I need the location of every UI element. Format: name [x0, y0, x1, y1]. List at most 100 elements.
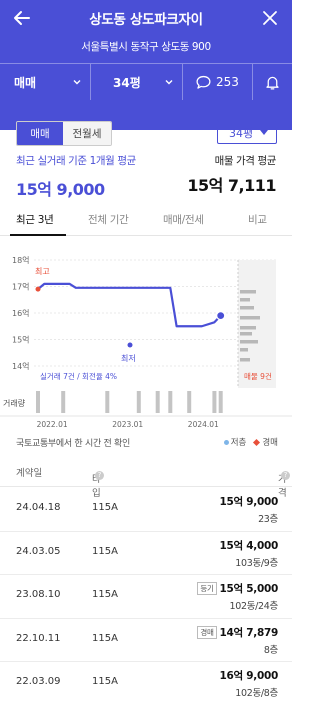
speech-bubble-icon: [196, 75, 211, 89]
listing-bar: [240, 290, 256, 294]
volume-bar: [212, 391, 217, 413]
active-tab-indicator: [10, 234, 66, 236]
apartment-address: 서울특별시 동작구 상도동 900: [81, 41, 211, 53]
row-date: 23.08.10: [16, 589, 61, 600]
chevron-down-icon: [73, 80, 81, 85]
row-floor: 103동/9층: [235, 557, 278, 569]
transaction-row[interactable]: 22.03.09 115A 16억 9,000 102동/8층: [0, 662, 292, 704]
comments-button[interactable]: 253: [182, 64, 252, 100]
chart-legend: 저층 경매: [223, 436, 278, 448]
toggle-rent[interactable]: 전월세: [63, 122, 111, 145]
source-note: 국토교통부에서 한 시간 전 확인: [16, 439, 130, 449]
row-date: 24.04.18: [16, 502, 61, 513]
row-floor: 8층: [263, 644, 278, 656]
notification-button[interactable]: [252, 64, 292, 100]
row-date: 24.03.05: [16, 545, 61, 557]
row-date: 22.10.11: [16, 632, 61, 644]
volume-bar: [155, 391, 160, 413]
volume-label: 거래량: [3, 398, 26, 408]
close-icon[interactable]: [258, 6, 282, 30]
transaction-row[interactable]: 22.10.11 115A 경매 14억 7,879 8층: [0, 619, 292, 662]
legend-dot-icon: [223, 440, 229, 445]
row-price: 15억 9,000: [219, 496, 279, 508]
x-tick-label: 2024.01: [188, 420, 219, 429]
high-label: 최고: [35, 266, 50, 276]
row-price: 15억 4,000: [219, 539, 279, 552]
period-tabs: 최근 3년 전체 기간 매매/전세 비교: [0, 206, 292, 236]
transaction-list: 24.04.18 115A 15억 9,000 23층 24.03.05 115A 15억 …: [0, 488, 292, 704]
row-floor: 23층: [258, 514, 278, 525]
help-icon[interactable]: ?: [95, 471, 104, 480]
listing-zone: [238, 260, 276, 388]
row-price: 16억 9,000: [219, 670, 279, 682]
row-type: 115A: [92, 545, 118, 557]
trade-stats: 실거래 7건 / 회전율 4%: [40, 371, 117, 381]
trade-toggle: 매매 전월세: [16, 121, 112, 146]
transaction-row[interactable]: 24.04.18 115A 15억 9,000 23층: [0, 488, 292, 532]
size-select-label: 34평: [229, 127, 254, 140]
row-date: 22.03.09: [16, 676, 61, 687]
row-floor: 102동/24층: [229, 601, 278, 612]
row-type: 115A: [92, 676, 118, 687]
x-tick-label: 2022.01: [37, 420, 68, 429]
row-type: 115A: [92, 589, 118, 600]
size-label: 34평: [113, 75, 141, 90]
y-tick-label: 15억: [12, 335, 30, 345]
size-select[interactable]: 34평: [217, 120, 277, 144]
volume-bar: [61, 391, 66, 413]
volume-bar: [105, 391, 110, 413]
tab-recent-3y[interactable]: 최근 3년: [16, 212, 54, 227]
listing-bar: [240, 326, 256, 330]
avg-price-value: 15억 9,000: [16, 180, 105, 199]
row-price: 등기 15억 5,000: [197, 581, 278, 596]
legend-diamond-icon: [253, 438, 261, 447]
header-date: 계약일: [16, 468, 43, 479]
volume-bar: [36, 391, 40, 413]
listing-bar: [240, 332, 252, 336]
x-tick-label: 2023.01: [112, 420, 143, 429]
size-dropdown[interactable]: 34평: [90, 64, 182, 100]
chart-x-ticks: 2022.01 2023.01 2024.01: [37, 420, 219, 429]
volume-bar: [187, 391, 192, 413]
volume-bar: [168, 391, 173, 413]
comment-count: 253: [216, 75, 239, 89]
bell-icon: [266, 76, 279, 90]
volume-bar: [218, 391, 223, 413]
volume-bars: [36, 391, 223, 413]
low-marker: [127, 342, 133, 348]
listing-bar: [240, 340, 258, 344]
help-icon[interactable]: ?: [281, 471, 290, 480]
y-tick-label: 14억: [12, 361, 30, 371]
apartment-title: 상도동 상도파크자이: [89, 12, 203, 28]
listing-bar: [240, 316, 260, 320]
legend-auction: 경매: [253, 436, 278, 448]
row-floor: 102동/8층: [235, 688, 278, 699]
app-header: 상도동 상도파크자이 서울특별시 동작구 상도동 900 매매 34평 253: [0, 0, 292, 130]
listing-bar: [240, 358, 250, 362]
price-chart[interactable]: 18억 17억 16억 15억 14억 최고 최저 실거래 7건 / 회전율 4% 매물…: [0, 248, 292, 434]
caret-down-icon: [260, 130, 268, 135]
current-marker: [216, 311, 226, 321]
avg-price-label: 최근 실거래 기준 1개월 평균: [16, 155, 136, 167]
transaction-row[interactable]: 24.03.05 115A 15억 4,000 103동/9층: [0, 532, 292, 575]
listing-count: 매물 9건: [244, 371, 272, 381]
chevron-down-icon: [165, 80, 173, 85]
chart-y-ticks: 18억 17억 16억 15억 14억: [12, 255, 30, 371]
transaction-row[interactable]: 23.08.10 115A 등기 15억 5,000 102동/24층: [0, 575, 292, 619]
y-tick-label: 18억: [12, 255, 30, 265]
asking-price-value: 15억 7,111: [187, 176, 276, 195]
row-type: 115A: [92, 502, 118, 513]
tab-sale-jeonse[interactable]: 매매/전세: [163, 212, 204, 227]
trade-type-label: 매매: [14, 75, 37, 90]
row-tag: 경매: [197, 625, 217, 639]
row-type: 115A: [92, 632, 118, 644]
volume-bar: [136, 391, 141, 413]
listing-bar: [240, 306, 254, 310]
tab-compare[interactable]: 비교: [248, 212, 267, 227]
price-line: [37, 282, 222, 328]
trade-type-dropdown[interactable]: 매매: [0, 64, 90, 100]
toggle-sale[interactable]: 매매: [17, 122, 63, 145]
tab-all-period[interactable]: 전체 기간: [88, 212, 129, 227]
legend-low-floor: 저층: [223, 436, 246, 448]
row-tag: 등기: [197, 582, 217, 595]
